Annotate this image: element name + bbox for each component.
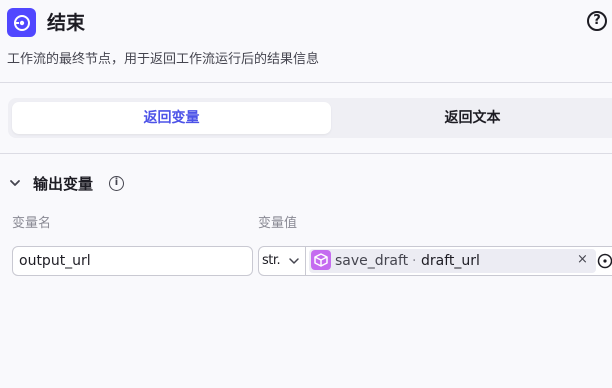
tab-return-variables[interactable]: 返回变量: [12, 102, 331, 134]
variable-value-field: str. save_draft · draft_url ×: [258, 246, 612, 276]
column-label-name: 变量名: [12, 216, 52, 231]
tabs-divider: [0, 153, 612, 154]
output-section-header: 输出变量 i: [8, 172, 308, 196]
help-icon[interactable]: ?: [587, 11, 607, 31]
type-select[interactable]: str.: [259, 247, 306, 275]
return-mode-tabs: 返回变量 返回文本: [8, 98, 612, 138]
collapse-chevron-icon[interactable]: [8, 176, 22, 190]
end-node-icon: [7, 8, 36, 37]
reference-separator: ·: [412, 253, 417, 269]
variable-picker-icon[interactable]: [597, 253, 612, 269]
column-label-value: 变量值: [258, 216, 298, 231]
info-icon[interactable]: i: [109, 176, 124, 191]
reference-field-name: draft_url: [421, 253, 480, 269]
cube-icon: [311, 250, 331, 270]
variable-reference-tag[interactable]: save_draft · draft_url: [309, 249, 596, 273]
section-title: 输出变量: [33, 175, 94, 193]
reference-node-name: save_draft: [335, 253, 409, 269]
node-description: 工作流的最终节点，用于返回工作流运行后的结果信息: [7, 52, 320, 67]
variable-name-input[interactable]: output_url: [12, 246, 253, 276]
header-divider: [0, 82, 612, 83]
type-label: str.: [262, 253, 281, 268]
node-header: 结束 ? 工作流的最终节点，用于返回工作流运行后的结果信息: [0, 0, 612, 82]
node-title: 结束: [47, 12, 86, 34]
clear-icon[interactable]: ×: [577, 247, 588, 273]
chevron-down-icon: [289, 258, 299, 264]
tab-return-text[interactable]: 返回文本: [333, 102, 612, 134]
